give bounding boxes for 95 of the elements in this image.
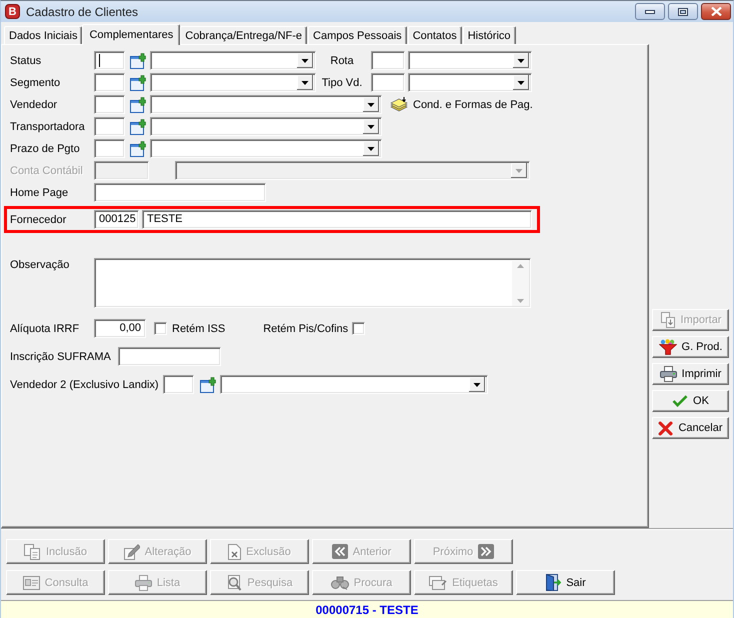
checkbox[interactable] (352, 322, 366, 335)
code-field[interactable] (162, 375, 194, 394)
print-button[interactable]: Imprimir (652, 363, 729, 385)
add-window-icon[interactable] (130, 52, 146, 68)
code-field[interactable] (94, 161, 149, 180)
minimize-button[interactable] (635, 3, 665, 20)
exit-button[interactable]: Sair (516, 570, 615, 595)
field-label: Status (10, 54, 42, 66)
card-icon (22, 576, 40, 590)
dropdown-field[interactable] (408, 51, 532, 70)
tab[interactable]: Complementares (82, 24, 180, 45)
code-field[interactable] (94, 73, 125, 92)
close-button[interactable] (701, 3, 731, 20)
dropdown-arrow-icon[interactable] (468, 377, 485, 392)
field-label: Vendedor 2 (Exclusivo Landix) (10, 378, 159, 390)
close-icon (710, 7, 722, 16)
window-title: Cadastro de Clientes (26, 4, 138, 18)
document-x-icon (228, 544, 242, 560)
dropdown-arrow-icon[interactable] (513, 75, 529, 90)
name-field[interactable]: TESTE (142, 210, 532, 229)
cross-icon (658, 420, 674, 436)
add-window-icon[interactable] (130, 74, 146, 90)
dropdown-field[interactable] (150, 117, 382, 136)
text-cursor (99, 54, 100, 67)
add-window-icon[interactable] (130, 118, 146, 134)
pencil-icon (124, 544, 140, 560)
dropdown-field[interactable] (408, 73, 532, 92)
minimize-icon (645, 10, 655, 14)
memo-field[interactable] (94, 258, 531, 308)
field-label: Home Page (10, 186, 70, 198)
status-text: 00000715 - TESTE (316, 602, 418, 616)
code-field[interactable] (371, 51, 405, 70)
code-field[interactable] (94, 95, 125, 114)
dropdown-arrow-icon[interactable] (297, 53, 313, 68)
dropdown-arrow-icon[interactable] (363, 141, 379, 156)
code-field[interactable] (94, 117, 125, 136)
field-label: Conta Contábil (10, 164, 84, 176)
tab[interactable]: Dados Iniciais (4, 26, 82, 44)
checkbox[interactable] (154, 322, 167, 335)
field-label: Segmento (10, 76, 62, 88)
dropdown-field[interactable] (150, 51, 316, 70)
dropdown-field[interactable] (220, 375, 488, 394)
text-field[interactable] (118, 347, 221, 366)
field-label: Vendedor (10, 98, 58, 110)
dropdown-field[interactable] (150, 73, 316, 92)
tab[interactable]: Campos Pessoais (308, 26, 407, 44)
field-label: Observação (10, 258, 70, 271)
funnel-icon (658, 339, 677, 355)
tab[interactable]: Cobrança/Entrega/NF-e (180, 26, 308, 44)
dropdown-arrow-icon[interactable] (363, 97, 379, 112)
label-icon (429, 576, 448, 590)
field-label: Rota (329, 54, 355, 66)
conditions-button[interactable]: Cond. e Formas de Pag. (390, 96, 533, 112)
product-group-button[interactable]: G. Prod. (652, 336, 729, 358)
maximize-button[interactable] (668, 3, 698, 20)
code-field[interactable] (94, 51, 125, 70)
field-label: Tipo Vd. (320, 76, 364, 88)
field-label: Prazo de Pgto (10, 142, 81, 154)
field-label: Inscrição SUFRAMA (10, 350, 111, 362)
dropdown-field[interactable] (150, 95, 382, 114)
dropdown-arrow-icon[interactable] (363, 119, 379, 134)
tab[interactable]: Contatos (408, 26, 462, 44)
add-window-icon[interactable] (130, 96, 146, 112)
dropdown-field[interactable] (150, 139, 382, 158)
ok-button[interactable]: OK (652, 390, 729, 412)
printer-icon (134, 574, 152, 590)
tab[interactable]: Histórico (462, 26, 516, 44)
document-arrow-icon (660, 312, 676, 328)
magnifier-icon (226, 574, 242, 590)
app-logo: B (5, 4, 20, 19)
printer-icon (660, 366, 677, 382)
door-icon (545, 574, 562, 591)
code-field[interactable] (371, 73, 405, 92)
add-window-icon[interactable] (130, 140, 146, 156)
binoculars-icon (330, 575, 349, 590)
number-field[interactable]: 0,00 (94, 319, 146, 338)
field-label: Alíquota IRRF (10, 322, 80, 334)
check-icon (672, 395, 688, 407)
paper-stack-icon (390, 96, 408, 112)
double-right-icon (478, 544, 494, 559)
add-window-icon[interactable] (200, 376, 216, 392)
double-left-icon (332, 544, 348, 559)
checkbox-label: Retém Pis/Cofins (263, 322, 348, 334)
dropdown-arrow-icon[interactable] (297, 75, 313, 90)
text-field[interactable] (94, 183, 266, 202)
dropdown-arrow-icon[interactable] (513, 53, 529, 68)
code-field[interactable] (94, 139, 125, 158)
dropdown-field[interactable] (175, 161, 530, 180)
field-label: Fornecedor (10, 214, 68, 226)
field-label: Transportadora (10, 120, 86, 132)
maximize-icon (678, 8, 688, 16)
checkbox-label: Retém ISS (172, 322, 226, 334)
documents-icon (24, 544, 41, 560)
cancel-button[interactable]: Cancelar (652, 417, 729, 439)
code-field[interactable]: 000125 (94, 210, 139, 229)
